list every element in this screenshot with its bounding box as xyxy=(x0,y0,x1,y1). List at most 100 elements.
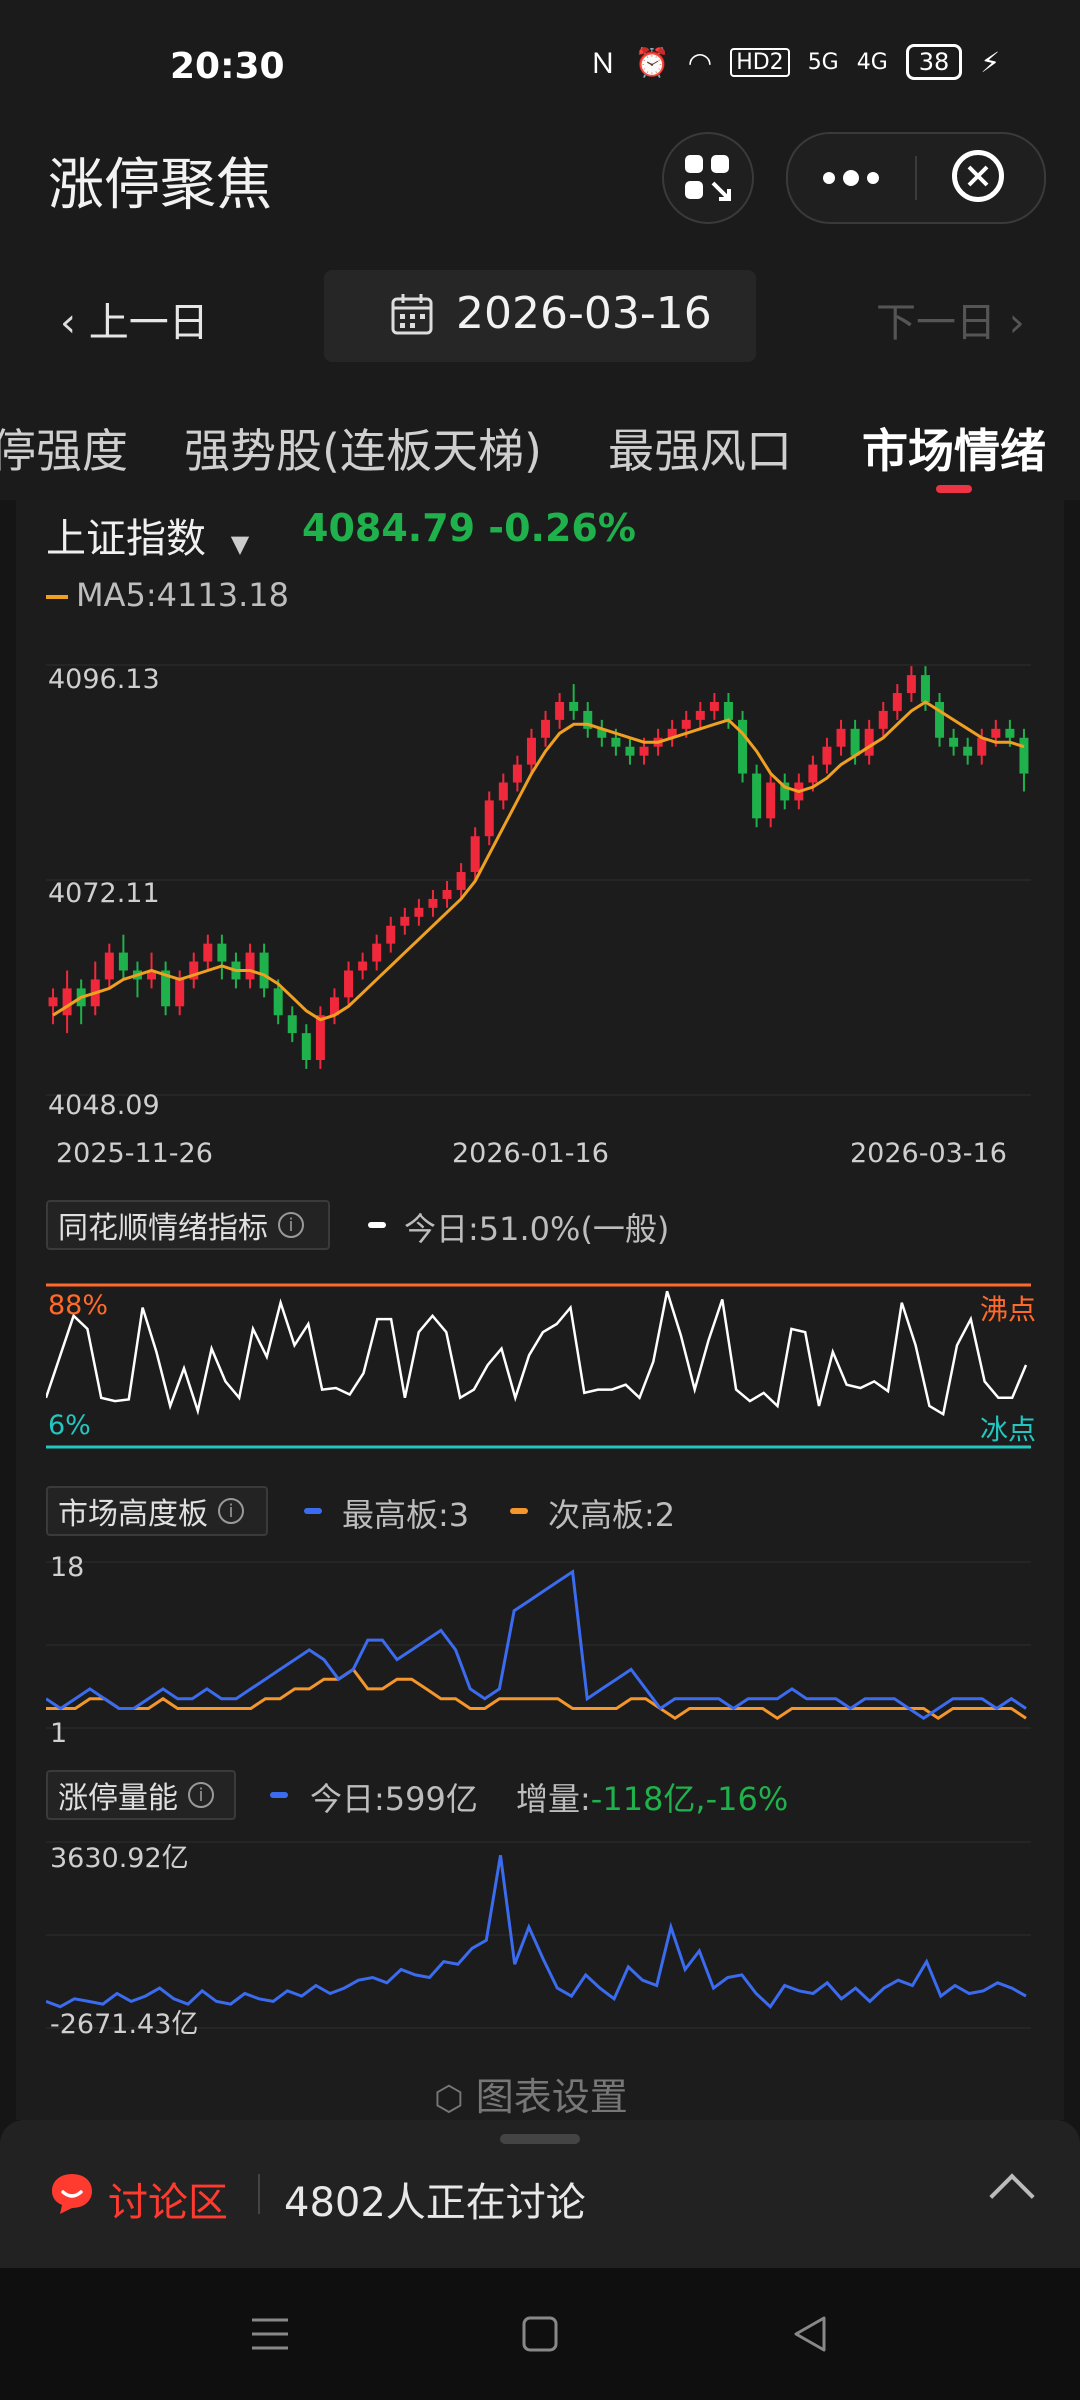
ice-label: 冰点 xyxy=(980,1413,1037,1446)
capsule-divider xyxy=(915,156,917,200)
candle-body xyxy=(301,1033,311,1061)
candle-body xyxy=(428,898,438,908)
chart-settings-label: 图表设置 xyxy=(475,2075,628,2119)
height-board-chart[interactable] xyxy=(46,1550,1036,1740)
kline-y-mid: 4072.11 xyxy=(48,878,160,909)
grid-share-button[interactable] xyxy=(662,132,754,224)
drag-handle[interactable] xyxy=(500,2134,580,2144)
candle-body xyxy=(569,701,579,711)
candle-body xyxy=(315,1015,325,1061)
height-board-tag-label: 市场高度板 xyxy=(58,1497,208,1532)
ice-pct: 6% xyxy=(48,1410,91,1441)
info-icon[interactable]: i xyxy=(278,1212,304,1238)
tab-limit-strength[interactable]: 停强度 xyxy=(0,415,128,481)
candle-body xyxy=(400,916,410,926)
chat-bubble-icon xyxy=(52,2174,92,2214)
candle-body xyxy=(906,675,916,694)
grid-icon xyxy=(685,155,731,201)
candle-body xyxy=(723,701,733,720)
discussion-divider xyxy=(258,2174,260,2214)
candle-body xyxy=(245,952,255,980)
ma5-legend: MA5:4113.18 xyxy=(76,576,289,614)
sentiment-today: 今日:51.0%(一般) xyxy=(404,1210,670,1248)
candle-body xyxy=(62,988,72,1016)
energy-today: 今日:599亿 xyxy=(310,1780,478,1818)
second-board-line xyxy=(46,1667,1027,1720)
candle-body xyxy=(920,675,930,702)
candle-body xyxy=(963,746,973,756)
discussion-label: 讨论区 xyxy=(108,2180,228,2226)
chart-settings-button[interactable]: ⬡ 图表设置 xyxy=(434,2066,628,2121)
tab-strongest-trend[interactable]: 最强风口 xyxy=(608,415,792,481)
candle-body xyxy=(48,997,58,1007)
energy-y-bottom: -2671.43亿 xyxy=(50,2009,199,2040)
candle-body xyxy=(892,693,902,711)
candle-body xyxy=(738,719,748,774)
capsule-menu xyxy=(786,132,1046,224)
candle-body xyxy=(386,925,396,944)
info-icon[interactable]: i xyxy=(188,1782,214,1808)
kline-x-mid: 2026-01-16 xyxy=(452,1138,609,1169)
signal-4g-icon: 4G xyxy=(856,49,888,75)
candle-body xyxy=(104,952,114,980)
candle-body xyxy=(442,889,452,899)
tab-bar: 停强度 强势股(连板天梯) 最强风口 市场情绪 xyxy=(0,375,1080,500)
energy-y-top: 3630.92亿 xyxy=(50,1843,189,1874)
candle-body xyxy=(498,782,508,801)
tab-strong-stocks[interactable]: 强势股(连板天梯) xyxy=(184,415,542,481)
candle-body xyxy=(118,952,128,971)
prev-day-label: 上一日 xyxy=(88,300,209,346)
index-selector[interactable]: 上证指数 ▼ xyxy=(46,506,249,564)
close-button[interactable] xyxy=(952,150,1004,202)
status-time: 20:30 xyxy=(170,46,285,87)
index-name: 上证指数 xyxy=(46,516,206,562)
signal-5g-icon: 5G xyxy=(807,49,839,75)
candle-body xyxy=(681,719,691,729)
tab-market-sentiment[interactable]: 市场情绪 xyxy=(862,415,1046,481)
candle-body xyxy=(259,952,269,989)
energy-legend-swatch xyxy=(270,1792,288,1798)
alarm-icon: ⏰ xyxy=(634,45,670,79)
more-dot-icon xyxy=(843,170,859,186)
candle-body xyxy=(175,979,185,1007)
next-day-button[interactable]: 下一日 › xyxy=(876,290,1025,348)
home-icon[interactable] xyxy=(520,2314,560,2354)
second-board-swatch xyxy=(510,1508,528,1514)
prev-day-button[interactable]: ‹ 上一日 xyxy=(60,290,209,348)
chevron-right-icon: › xyxy=(1008,300,1025,346)
candle-body xyxy=(273,988,283,1016)
chevron-left-icon: ‹ xyxy=(60,300,76,346)
energy-delta-label: 增量: xyxy=(516,1780,591,1818)
candle-body xyxy=(822,746,832,765)
candle-body xyxy=(344,970,354,998)
candle-body xyxy=(372,943,382,962)
candle-body xyxy=(1019,737,1029,774)
calendar-icon xyxy=(391,294,433,335)
kline-chart[interactable] xyxy=(46,655,1036,1125)
status-icons: Ｎ ⏰ ◠ HD2 5G 4G 38 ⚡ xyxy=(589,42,1000,82)
height-y-top: 18 xyxy=(50,1552,85,1583)
page-title: 涨停聚焦 xyxy=(48,153,272,218)
candle-body xyxy=(414,907,424,917)
current-date: 2026-03-16 xyxy=(456,288,712,339)
candle-body xyxy=(808,764,818,783)
max-board-label: 最高板:3 xyxy=(342,1496,470,1534)
limit-energy-tag[interactable]: 涨停量能 i xyxy=(46,1770,236,1820)
more-button[interactable] xyxy=(816,160,886,196)
info-icon[interactable]: i xyxy=(218,1498,244,1524)
candle-body xyxy=(456,872,466,890)
kline-x-end: 2026-03-16 xyxy=(850,1138,1007,1169)
candle-body xyxy=(287,1015,297,1034)
back-icon[interactable] xyxy=(790,2314,830,2354)
hd-badge: HD2 xyxy=(730,47,790,77)
sentiment-tag[interactable]: 同花顺情绪指标 i xyxy=(46,1200,330,1250)
energy-line xyxy=(46,1855,1027,2009)
nfc-icon: Ｎ xyxy=(588,47,617,80)
candle-body xyxy=(695,710,705,720)
sentiment-chart[interactable] xyxy=(46,1275,1036,1455)
height-board-tag[interactable]: 市场高度板 i xyxy=(46,1486,268,1536)
sentiment-line xyxy=(46,1290,1028,1417)
candle-body xyxy=(358,961,368,971)
battery-icon: 38 xyxy=(905,44,963,80)
menu-icon[interactable] xyxy=(250,2314,290,2354)
